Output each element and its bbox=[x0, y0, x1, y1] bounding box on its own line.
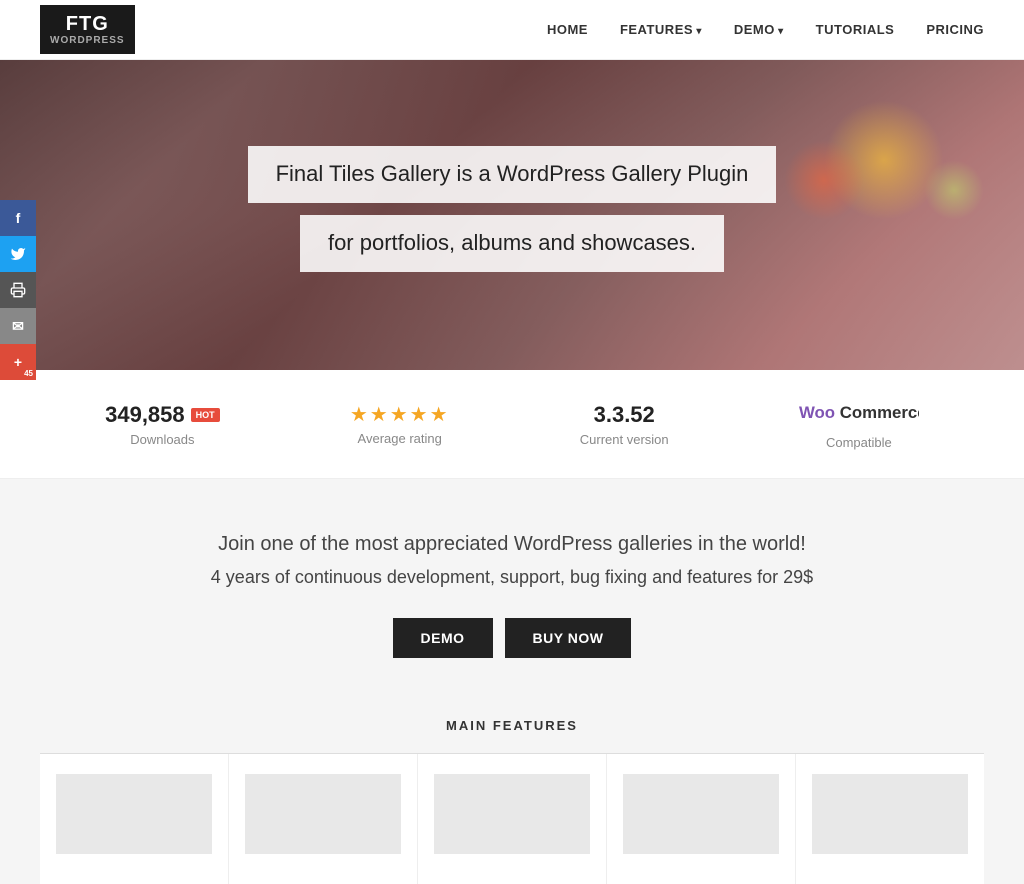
hero-text-box-2: for portfolios, albums and showcases. bbox=[300, 215, 724, 272]
feature-img-2 bbox=[245, 774, 401, 854]
print-button[interactable] bbox=[0, 272, 36, 308]
feature-card-5 bbox=[796, 754, 984, 884]
downloads-label: Downloads bbox=[105, 432, 220, 447]
stat-rating: ★★★★★ Average rating bbox=[350, 402, 450, 446]
promo-section: Join one of the most appreciated WordPre… bbox=[0, 479, 1024, 698]
version-label: Current version bbox=[580, 432, 669, 447]
promo-buttons: DEMO BUY NOW bbox=[40, 618, 984, 658]
demo-button[interactable]: DEMO bbox=[393, 618, 493, 658]
hero-line1: Final Tiles Gallery is a WordPress Galle… bbox=[276, 160, 749, 189]
social-sidebar: f ✉ +45 bbox=[0, 200, 36, 380]
feature-img-5 bbox=[812, 774, 968, 854]
downloads-number: 349,858 bbox=[105, 402, 185, 428]
woo-label: Compatible bbox=[799, 435, 919, 450]
nav-home[interactable]: HOME bbox=[547, 22, 588, 37]
plus-button[interactable]: +45 bbox=[0, 344, 36, 380]
logo-ftg: FTG bbox=[50, 13, 125, 35]
hero-line2: for portfolios, albums and showcases. bbox=[328, 229, 696, 258]
rating-stars: ★★★★★ bbox=[350, 402, 450, 427]
logo[interactable]: FTG WORDPRESS bbox=[40, 5, 135, 54]
hot-badge: hot bbox=[191, 408, 220, 422]
facebook-button[interactable]: f bbox=[0, 200, 36, 236]
feature-img-4 bbox=[623, 774, 779, 854]
promo-line2: 4 years of continuous development, suppo… bbox=[40, 567, 984, 588]
nav-tutorials[interactable]: TUTORIALS bbox=[816, 22, 895, 37]
nav-demo[interactable]: DEMO bbox=[734, 22, 784, 37]
woo-logo: Woo Commerce bbox=[799, 398, 919, 431]
main-features-title: MAIN FEATURES bbox=[40, 718, 984, 733]
svg-text:Woo: Woo bbox=[799, 403, 835, 422]
stat-version: 3.3.52 Current version bbox=[580, 402, 669, 447]
plus-count: 45 bbox=[24, 369, 33, 378]
nav-pricing[interactable]: PRICING bbox=[926, 22, 984, 37]
stats-bar: 349,858 hot Downloads ★★★★★ Average rati… bbox=[0, 370, 1024, 479]
rating-label: Average rating bbox=[350, 431, 450, 446]
nav-features[interactable]: FEATURES bbox=[620, 22, 702, 37]
main-features-section: MAIN FEATURES bbox=[0, 698, 1024, 884]
feature-img-1 bbox=[56, 774, 212, 854]
email-button[interactable]: ✉ bbox=[0, 308, 36, 344]
stat-woo: Woo Commerce Compatible bbox=[799, 398, 919, 450]
svg-text:Commerce: Commerce bbox=[840, 403, 919, 422]
nav-links: HOME FEATURES DEMO TUTORIALS PRICING bbox=[547, 21, 984, 39]
twitter-button[interactable] bbox=[0, 236, 36, 272]
logo-wp: WORDPRESS bbox=[50, 35, 125, 46]
feature-card-4 bbox=[607, 754, 796, 884]
stat-downloads: 349,858 hot Downloads bbox=[105, 402, 220, 447]
hero-text-box-1: Final Tiles Gallery is a WordPress Galle… bbox=[248, 146, 777, 203]
promo-line1: Join one of the most appreciated WordPre… bbox=[40, 529, 984, 559]
features-grid bbox=[40, 753, 984, 884]
feature-card-3 bbox=[418, 754, 607, 884]
version-value: 3.3.52 bbox=[580, 402, 669, 428]
navigation: FTG WORDPRESS HOME FEATURES DEMO TUTORIA… bbox=[0, 0, 1024, 60]
hero-section: Final Tiles Gallery is a WordPress Galle… bbox=[0, 60, 1024, 370]
feature-card-1 bbox=[40, 754, 229, 884]
hero-text: Final Tiles Gallery is a WordPress Galle… bbox=[228, 146, 797, 283]
feature-card-2 bbox=[229, 754, 418, 884]
feature-img-3 bbox=[434, 774, 590, 854]
downloads-value: 349,858 hot bbox=[105, 402, 220, 428]
buy-now-button[interactable]: BUY NOW bbox=[505, 618, 632, 658]
